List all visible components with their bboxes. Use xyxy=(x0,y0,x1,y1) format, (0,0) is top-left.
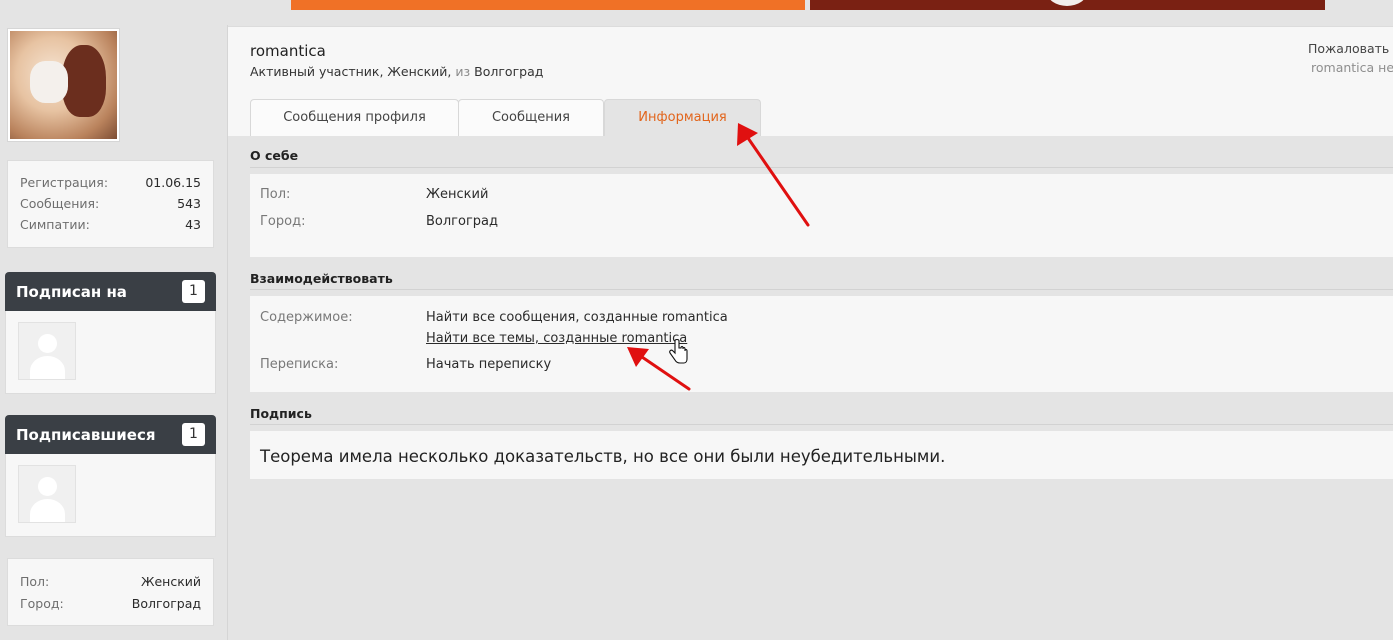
section-title-signature: Подпись xyxy=(250,406,312,421)
user-city-link[interactable]: Волгоград xyxy=(474,64,543,79)
info-label: Город: xyxy=(20,596,64,611)
info-value[interactable]: Волгоград xyxy=(132,596,201,618)
section-divider xyxy=(250,167,1393,168)
tab-information[interactable]: Информация xyxy=(604,99,761,136)
banner-logo-icon xyxy=(1047,0,1087,6)
following-list xyxy=(5,311,216,394)
tab-posts[interactable]: Сообщения xyxy=(458,99,604,136)
about-city-label: Город: xyxy=(260,214,306,229)
section-title-about: О себе xyxy=(250,148,299,163)
header-banner-right xyxy=(810,0,1325,10)
avatar-hair-shape xyxy=(62,45,106,117)
followers-header[interactable]: Подписавшиеся 1 xyxy=(5,415,216,454)
stat-value: 01.06.15 xyxy=(145,175,201,190)
followers-count-badge: 1 xyxy=(182,423,205,446)
stat-value[interactable]: 543 xyxy=(177,196,201,217)
start-conversation-link[interactable]: Начать переписку xyxy=(426,357,551,372)
about-gender-value: Женский xyxy=(426,187,489,202)
info-value: Женский xyxy=(141,574,201,589)
section-divider xyxy=(250,424,1393,425)
section-divider xyxy=(250,289,1393,290)
stat-value[interactable]: 43 xyxy=(185,217,201,238)
content-label: Содержимое: xyxy=(260,310,353,325)
stat-row-messages[interactable]: Сообщения: 543 xyxy=(20,196,201,217)
user-from-word: из xyxy=(455,64,471,79)
stat-label: Симпатии: xyxy=(20,217,90,232)
avatar-bow-shape xyxy=(30,61,68,103)
find-all-posts-link[interactable]: Найти все сообщения, созданные romantica xyxy=(426,310,728,325)
stat-label: Сообщения: xyxy=(20,196,100,211)
info-label: Пол: xyxy=(20,574,50,589)
sidebar-info-row: Город: Волгоград xyxy=(20,596,201,618)
member-stats: Регистрация: 01.06.15 Сообщения: 543 Сим… xyxy=(7,160,214,248)
profile-avatar[interactable] xyxy=(7,28,120,142)
about-city-value[interactable]: Волгоград xyxy=(426,214,498,229)
stat-label: Регистрация: xyxy=(20,175,109,190)
profile-username: romantica xyxy=(250,42,326,60)
report-button[interactable]: Пожаловать xyxy=(1308,41,1389,56)
default-user-icon[interactable] xyxy=(18,465,76,523)
interact-panel: Содержимое: Найти все сообщения, созданн… xyxy=(250,296,1393,392)
user-title: Активный участник xyxy=(250,64,380,79)
about-gender-label: Пол: xyxy=(260,187,291,202)
tab-profile-posts[interactable]: Сообщения профиля xyxy=(250,99,459,136)
find-all-threads-link[interactable]: Найти все темы, созданные romantica xyxy=(426,331,687,346)
followers-list xyxy=(5,454,216,537)
following-count-badge: 1 xyxy=(182,280,205,303)
signature-panel: Теорема имела несколько доказательств, н… xyxy=(250,431,1393,479)
profile-header: romantica Активный участник, Женский, из… xyxy=(228,26,1393,136)
report-subtext: romantica не xyxy=(1311,60,1393,75)
following-header[interactable]: Подписан на 1 xyxy=(5,272,216,311)
about-panel: Пол: Женский Город: Волгоград xyxy=(250,174,1393,257)
user-gender: Женский xyxy=(387,64,448,79)
header-banner-left xyxy=(291,0,805,10)
section-title-interact: Взаимодействовать xyxy=(250,271,393,286)
conversation-label: Переписка: xyxy=(260,357,339,372)
following-title: Подписан на xyxy=(16,283,127,301)
avatar-photo xyxy=(10,31,117,139)
sidebar-info-row: Пол: Женский xyxy=(20,574,201,596)
stat-row-likes[interactable]: Симпатии: 43 xyxy=(20,217,201,238)
signature-text: Теорема имела несколько доказательств, н… xyxy=(260,447,946,466)
profile-user-blurb: Активный участник, Женский, из Волгоград xyxy=(250,64,544,79)
sidebar-member-info: Пол: Женский Город: Волгоград xyxy=(7,558,214,626)
default-user-icon[interactable] xyxy=(18,322,76,380)
followers-title: Подписавшиеся xyxy=(16,426,156,444)
stat-row-registration: Регистрация: 01.06.15 xyxy=(20,175,201,196)
